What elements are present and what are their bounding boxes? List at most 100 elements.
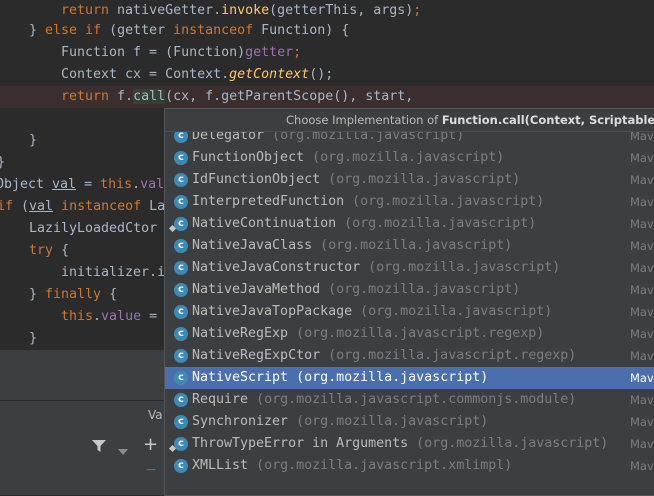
implementation-item[interactable]: c FunctionObject (org.mozilla.javascript)… <box>165 147 654 169</box>
class-icon: c <box>174 283 188 297</box>
implementation-item[interactable]: c NativeJavaClass (org.mozilla.javascript… <box>165 235 654 257</box>
class-icon: c <box>174 261 188 275</box>
code-line: return nativeGetter.invoke(getterThis, a… <box>61 3 422 18</box>
add-icon[interactable]: + <box>143 436 158 454</box>
pinned-class-icon: c <box>174 217 188 231</box>
class-name: NativeRegExpCtor <box>192 348 321 363</box>
implementation-list: cDelegator (org.mozilla.javascript)Mavec… <box>165 125 654 477</box>
class-name: IdFunctionObject <box>192 172 321 187</box>
package-name: (org.mozilla.javascript) <box>328 282 521 297</box>
package-name: (org.mozilla.javascript.regexp) <box>296 326 545 341</box>
remove-icon[interactable]: − <box>145 462 157 478</box>
library-source: Mave <box>630 393 654 407</box>
package-name: (org.mozilla.javascript) <box>296 414 489 429</box>
class-icon: c <box>174 415 188 429</box>
package-name: (org.mozilla.javascript.regexp) <box>328 348 577 363</box>
package-name: (org.mozilla.javascript) <box>328 172 521 187</box>
implementation-item[interactable]: c ThrowTypeError in Arguments (org.mozill… <box>165 433 654 455</box>
library-source: Mave <box>630 173 654 187</box>
package-name: (org.mozilla.javascript) <box>312 150 505 165</box>
implementation-item[interactable]: c IdFunctionObject (org.mozilla.javascrip… <box>165 169 654 191</box>
class-name: ThrowTypeError in Arguments <box>192 436 409 451</box>
tab-variables[interactable]: Va <box>148 408 163 422</box>
class-icon: c <box>174 305 188 319</box>
class-name: Synchronizer <box>192 414 289 429</box>
choose-implementation-popup: cDelegator (org.mozilla.javascript)Mavec… <box>164 108 654 496</box>
call-method-highlight[interactable]: call <box>133 89 166 104</box>
class-name: XMLList <box>192 458 249 473</box>
package-name: (org.mozilla.javascript) <box>368 260 561 275</box>
code-line: } <box>0 152 5 174</box>
class-name: Require <box>192 392 249 407</box>
class-icon: c <box>174 349 188 363</box>
pinned-class-icon: c <box>174 437 188 451</box>
library-source: Mave <box>630 327 654 341</box>
class-name: NativeScript <box>192 370 289 385</box>
library-source: Mave <box>630 437 654 451</box>
class-name: NativeJavaClass <box>192 238 313 253</box>
library-source: Mave <box>630 151 654 165</box>
implementation-item[interactable]: c Require (org.mozilla.javascript.commonj… <box>165 389 654 411</box>
implementation-item[interactable]: c NativeRegExp (org.mozilla.javascript.re… <box>165 323 654 345</box>
library-source: Mave <box>630 283 654 297</box>
library-source: Mave <box>630 217 654 231</box>
implementation-item[interactable]: c NativeScript (org.mozilla.javascript) Ma… <box>165 367 654 389</box>
class-icon: c <box>174 459 188 473</box>
library-source: Mave <box>630 195 654 209</box>
popup-header: Choose Implementation of Function.call(C… <box>165 109 654 132</box>
class-icon: c <box>174 327 188 341</box>
implementation-item[interactable]: c InterpretedFunction (org.mozilla.javasc… <box>165 191 654 213</box>
code-line: if (val instanceof La <box>0 199 166 214</box>
class-icon: c <box>174 195 188 209</box>
class-icon: c <box>174 173 188 187</box>
code-line: this.value = <box>61 309 158 324</box>
class-icon: c <box>174 371 188 385</box>
package-name: (org.mozilla.javascript) <box>296 370 489 385</box>
class-name: NativeJavaTopPackage <box>192 304 353 319</box>
code-line: initializer.i <box>61 265 166 280</box>
library-source: Mave <box>630 371 654 385</box>
class-icon: c <box>174 151 188 165</box>
debugger-toolbar <box>0 400 165 495</box>
filter-icon[interactable] <box>92 440 106 456</box>
code-line: Object val = this.val <box>0 177 165 192</box>
code-line: } else if (getter instanceof Function) { <box>29 23 350 38</box>
package-name: (org.mozilla.javascript.commonjs.module) <box>256 392 577 407</box>
library-source: Mave <box>630 349 654 363</box>
library-source: Mave <box>630 261 654 275</box>
code-line: Function f = (Function)getter; <box>61 45 302 60</box>
implementation-item[interactable]: c NativeJavaTopPackage (org.mozilla.javas… <box>165 301 654 323</box>
class-name: NativeJavaConstructor <box>192 260 361 275</box>
implementation-item[interactable]: c NativeJavaMethod (org.mozilla.javascrip… <box>165 279 654 301</box>
class-name: InterpretedFunction <box>192 194 345 209</box>
implementation-item[interactable]: c NativeJavaConstructor (org.mozilla.java… <box>165 257 654 279</box>
library-source: Mave <box>630 239 654 253</box>
code-line: } finally { <box>29 287 118 302</box>
code-line: } <box>29 133 38 148</box>
class-name: FunctionObject <box>192 150 305 165</box>
package-name: (org.mozilla.javascript) <box>360 304 553 319</box>
code-line: LazilyLoadedCtor <box>29 221 158 236</box>
package-name: (org.mozilla.javascript) <box>352 194 545 209</box>
code-line: try { <box>29 243 70 258</box>
library-source: Mave <box>630 305 654 319</box>
package-name: (org.mozilla.javascript) <box>320 238 513 253</box>
library-source: Mave <box>630 415 654 429</box>
code-line-current: return f.call(cx, f.getParentScope(), st… <box>0 86 654 108</box>
implementation-item[interactable]: c NativeContinuation (org.mozilla.javascr… <box>165 213 654 235</box>
library-source: Mave <box>630 459 654 473</box>
chevron-down-icon[interactable] <box>118 444 128 459</box>
code-line: } <box>29 331 38 346</box>
class-icon: c <box>174 393 188 407</box>
code-line: Context cx = Context.getContext(); <box>61 67 334 82</box>
class-name: NativeContinuation <box>192 216 337 231</box>
class-icon: c <box>174 239 188 253</box>
implementation-item[interactable]: c Synchronizer (org.mozilla.javascript) Ma… <box>165 411 654 433</box>
implementation-item[interactable]: c NativeRegExpCtor (org.mozilla.javascrip… <box>165 345 654 367</box>
class-name: NativeRegExp <box>192 326 289 341</box>
package-name: (org.mozilla.javascript.xmlimpl) <box>256 458 513 473</box>
package-name: (org.mozilla.javascript) <box>416 436 609 451</box>
class-name: NativeJavaMethod <box>192 282 321 297</box>
package-name: (org.mozilla.javascript) <box>344 216 537 231</box>
implementation-item[interactable]: c XMLList (org.mozilla.javascript.xmlimpl… <box>165 455 654 477</box>
